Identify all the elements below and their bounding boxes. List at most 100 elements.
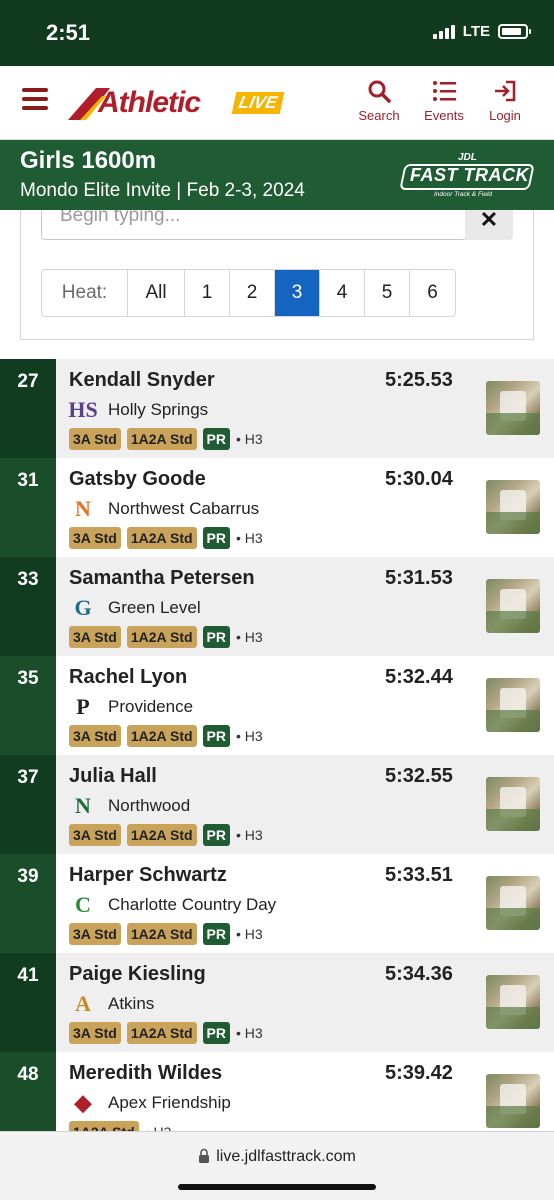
athlete-photo-thumbnail[interactable] xyxy=(486,480,540,534)
result-time: 5:25.53 xyxy=(385,369,453,391)
fast-track-logo[interactable]: JDL FAST TRACK Indoor Track & Field xyxy=(399,152,535,200)
nav-login-button[interactable]: Login xyxy=(475,78,535,123)
result-row[interactable]: 37 Julia Hall N Northwood 3A Std 1A2A Std… xyxy=(0,755,554,854)
result-time: 5:32.44 xyxy=(385,666,453,688)
heat-button-2[interactable]: 2 xyxy=(230,270,275,316)
athlete-photo-thumbnail[interactable] xyxy=(486,975,540,1029)
result-time: 5:33.51 xyxy=(385,864,453,886)
result-time: 5:30.04 xyxy=(385,468,453,490)
heat-button-all[interactable]: All xyxy=(128,270,185,316)
place-number: 33 xyxy=(0,557,56,656)
heat-selector: Heat: All 1 2 3 4 5 6 xyxy=(41,269,456,317)
badges-line: 3A Std 1A2A Std PR • H3 xyxy=(69,527,263,549)
athlete-name[interactable]: Samantha Petersen xyxy=(69,567,255,590)
results-list: 27 Kendall Snyder HS Holly Springs 3A St… xyxy=(0,359,554,1151)
school-logo-icon: N xyxy=(75,793,91,818)
pr-badge: PR xyxy=(202,626,230,648)
school-name[interactable]: Green Level xyxy=(108,598,201,618)
athlete-photo-thumbnail[interactable] xyxy=(486,381,540,435)
school-logo-icon: HS xyxy=(68,397,98,422)
heat-button-6[interactable]: 6 xyxy=(410,270,455,316)
athlete-name[interactable]: Meredith Wildes xyxy=(69,1062,222,1085)
school-line: C Charlotte Country Day xyxy=(69,891,276,919)
athlete-name[interactable]: Rachel Lyon xyxy=(69,666,187,689)
heat-button-3[interactable]: 3 xyxy=(275,270,320,316)
pr-badge: PR xyxy=(202,1022,230,1044)
place-number: 39 xyxy=(0,854,56,953)
pr-badge: PR xyxy=(202,923,230,945)
nav-search-label: Search xyxy=(358,108,400,123)
school-line: G Green Level xyxy=(69,594,201,622)
heat-button-1[interactable]: 1 xyxy=(185,270,230,316)
standard-badge: 1A2A Std xyxy=(126,527,197,549)
nav-search-button[interactable]: Search xyxy=(349,78,409,123)
school-name[interactable]: Apex Friendship xyxy=(108,1093,231,1113)
place-number: 41 xyxy=(0,953,56,1052)
url-text[interactable]: live.jdlfasttrack.com xyxy=(0,1148,554,1168)
badges-line: 3A Std 1A2A Std PR • H3 xyxy=(69,725,263,747)
school-name[interactable]: Charlotte Country Day xyxy=(108,895,276,915)
pr-badge: PR xyxy=(202,527,230,549)
browser-url-bar[interactable]: live.jdlfasttrack.com xyxy=(0,1131,554,1200)
school-name[interactable]: Northwood xyxy=(108,796,190,816)
athlete-photo-thumbnail[interactable] xyxy=(486,579,540,633)
athlete-search-input[interactable]: Begin typing... xyxy=(41,210,467,240)
pr-badge: PR xyxy=(202,428,230,450)
school-logo-icon: A xyxy=(75,991,91,1016)
result-row[interactable]: 39 Harper Schwartz C Charlotte Country D… xyxy=(0,854,554,953)
badges-line: 3A Std 1A2A Std PR • H3 xyxy=(69,626,263,648)
athlete-photo-thumbnail[interactable] xyxy=(486,777,540,831)
standard-badge: 3A Std xyxy=(69,626,121,648)
school-line: A Atkins xyxy=(69,990,154,1018)
heat-button-5[interactable]: 5 xyxy=(365,270,410,316)
place-number: 35 xyxy=(0,656,56,755)
fast-track-logo-top: JDL xyxy=(458,152,477,163)
event-banner: Girls 1600m Mondo Elite Invite | Feb 2-3… xyxy=(0,140,554,210)
school-name[interactable]: Atkins xyxy=(108,994,154,1014)
result-row[interactable]: 33 Samantha Petersen G Green Level 3A St… xyxy=(0,557,554,656)
url-value: live.jdlfasttrack.com xyxy=(216,1148,356,1165)
school-name[interactable]: Providence xyxy=(108,697,193,717)
athlete-photo-thumbnail[interactable] xyxy=(486,876,540,930)
athlete-name[interactable]: Kendall Snyder xyxy=(69,369,215,392)
athlete-name[interactable]: Harper Schwartz xyxy=(69,864,227,887)
login-icon xyxy=(475,78,535,104)
athlete-name[interactable]: Julia Hall xyxy=(69,765,157,788)
athlete-name[interactable]: Gatsby Goode xyxy=(69,468,206,491)
school-name[interactable]: Northwest Cabarrus xyxy=(108,499,259,519)
school-line: N Northwood xyxy=(69,792,190,820)
heat-button-4[interactable]: 4 xyxy=(320,270,365,316)
status-icons: LTE xyxy=(432,23,531,40)
athletic-live-logo[interactable]: Athletic LIVE xyxy=(66,80,306,126)
heat-tag: • H3 xyxy=(236,530,263,546)
school-logo-icon: P xyxy=(76,694,90,719)
result-row[interactable]: 41 Paige Kiesling A Atkins 3A Std 1A2A St… xyxy=(0,953,554,1052)
cellular-signal-icon xyxy=(432,24,455,39)
school-logo-icon: G xyxy=(74,595,92,620)
clear-search-button[interactable]: ✕ xyxy=(465,209,513,240)
place-number: 37 xyxy=(0,755,56,854)
lock-icon xyxy=(198,1148,210,1168)
school-name[interactable]: Holly Springs xyxy=(108,400,208,420)
filter-panel: Begin typing... ✕ Heat: All 1 2 3 4 5 6 xyxy=(20,209,534,340)
athlete-photo-thumbnail[interactable] xyxy=(486,1074,540,1128)
logo-text: Athletic xyxy=(98,86,201,119)
hamburger-menu-icon[interactable] xyxy=(22,88,48,110)
result-time: 5:39.42 xyxy=(385,1062,453,1084)
fast-track-logo-sub: Indoor Track & Field xyxy=(434,191,493,198)
athlete-name[interactable]: Paige Kiesling xyxy=(69,963,206,986)
athlete-photo-thumbnail[interactable] xyxy=(486,678,540,732)
result-row[interactable]: 35 Rachel Lyon P Providence 3A Std 1A2A S… xyxy=(0,656,554,755)
place-number: 31 xyxy=(0,458,56,557)
site-header: Athletic LIVE Search Events Login xyxy=(0,66,554,140)
heat-tag: • H3 xyxy=(236,926,263,942)
result-row[interactable]: 27 Kendall Snyder HS Holly Springs 3A St… xyxy=(0,359,554,458)
home-indicator xyxy=(178,1184,376,1190)
nav-login-label: Login xyxy=(489,108,521,123)
nav-events-button[interactable]: Events xyxy=(414,78,474,123)
result-row[interactable]: 31 Gatsby Goode N Northwest Cabarrus 3A … xyxy=(0,458,554,557)
heat-tag: • H3 xyxy=(236,1025,263,1041)
heat-tag: • H3 xyxy=(236,629,263,645)
clock: 2:51 xyxy=(46,20,91,45)
status-bar: 2:51 LTE xyxy=(0,0,554,66)
